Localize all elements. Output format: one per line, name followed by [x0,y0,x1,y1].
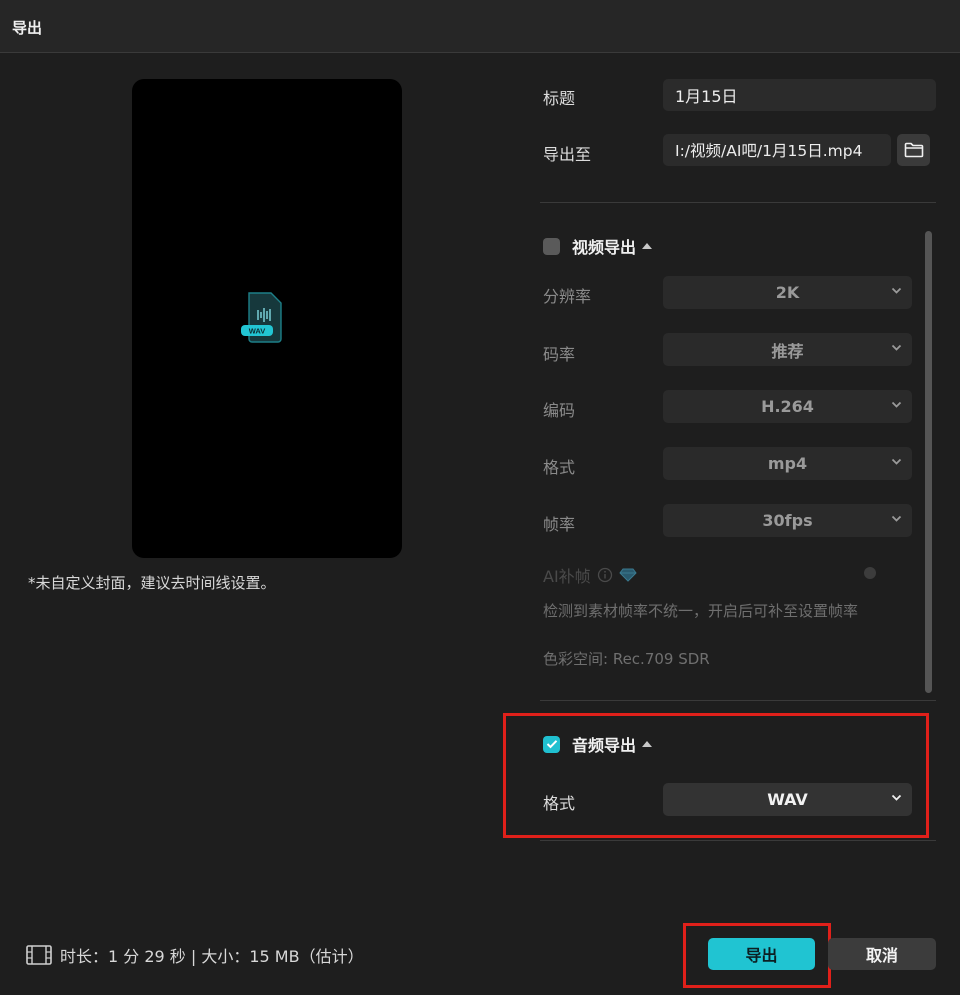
settings-scrollbar[interactable] [925,231,932,693]
resolution-label: 分辨率 [543,287,592,306]
title-bar: 导出 [0,0,960,53]
resolution-value: 2K [775,283,800,302]
video-export-title: 视频导出 [572,238,637,257]
cancel-button[interactable]: 取消 [828,938,936,970]
duration-size-text: 时长：1 分 29 秒 | 大小：15 MB（估计） [60,947,364,966]
chevron-down-icon [891,515,902,522]
framerate-label: 帧率 [543,515,576,534]
codec-select[interactable]: H.264 [663,390,912,423]
chevron-down-icon [891,401,902,408]
title-input[interactable]: 1月15日 [663,79,936,111]
export-to-label: 导出至 [543,145,592,164]
ai-frame-hint: 检测到素材帧率不统一，开启后可补至设置帧率 [543,602,859,620]
framerate-value: 30fps [762,511,813,530]
codec-value: H.264 [761,397,814,416]
wav-badge-text: WAV [249,327,266,336]
wav-file-icon: WAV [241,292,282,343]
video-export-header[interactable]: 视频导出 [543,234,653,258]
chevron-down-icon [891,344,902,351]
divider [540,700,936,701]
browse-folder-button[interactable] [897,134,930,166]
cover-preview: WAV [132,79,402,558]
window-title: 导出 [12,19,43,37]
divider [540,840,936,841]
video-format-value: mp4 [767,454,808,473]
diamond-vip-icon [619,568,637,582]
video-format-select[interactable]: mp4 [663,447,912,480]
chevron-down-icon [891,287,902,294]
ai-frame-toggle[interactable] [864,567,876,579]
ai-frame-label: AI补帧 [543,567,591,586]
bitrate-value: 推荐 [771,341,804,361]
resolution-select[interactable]: 2K [663,276,912,309]
framerate-select[interactable]: 30fps [663,504,912,537]
format-label: 格式 [543,458,576,477]
cover-note: *未自定义封面，建议去时间线设置。 [28,574,276,592]
info-icon[interactable] [597,567,613,583]
video-export-checkbox[interactable] [543,237,560,255]
collapse-caret-icon[interactable] [642,243,653,249]
footer-info: 时长：1 分 29 秒 | 大小：15 MB（估计） [26,943,364,967]
export-path-input[interactable]: I:/视频/AI吧/1月15日.mp4 [663,134,891,166]
title-label: 标题 [543,89,576,108]
bitrate-select[interactable]: 推荐 [663,333,912,366]
bitrate-label: 码率 [543,345,576,364]
folder-icon [904,142,923,158]
ai-frame-row: AI补帧 [543,563,637,587]
chevron-down-icon [891,458,902,465]
color-space-text: 色彩空间: Rec.709 SDR [543,650,710,668]
film-icon [26,945,52,965]
audio-section-highlight [503,713,929,838]
codec-label: 编码 [543,401,576,420]
export-button[interactable]: 导出 [708,938,815,970]
divider [540,202,936,203]
